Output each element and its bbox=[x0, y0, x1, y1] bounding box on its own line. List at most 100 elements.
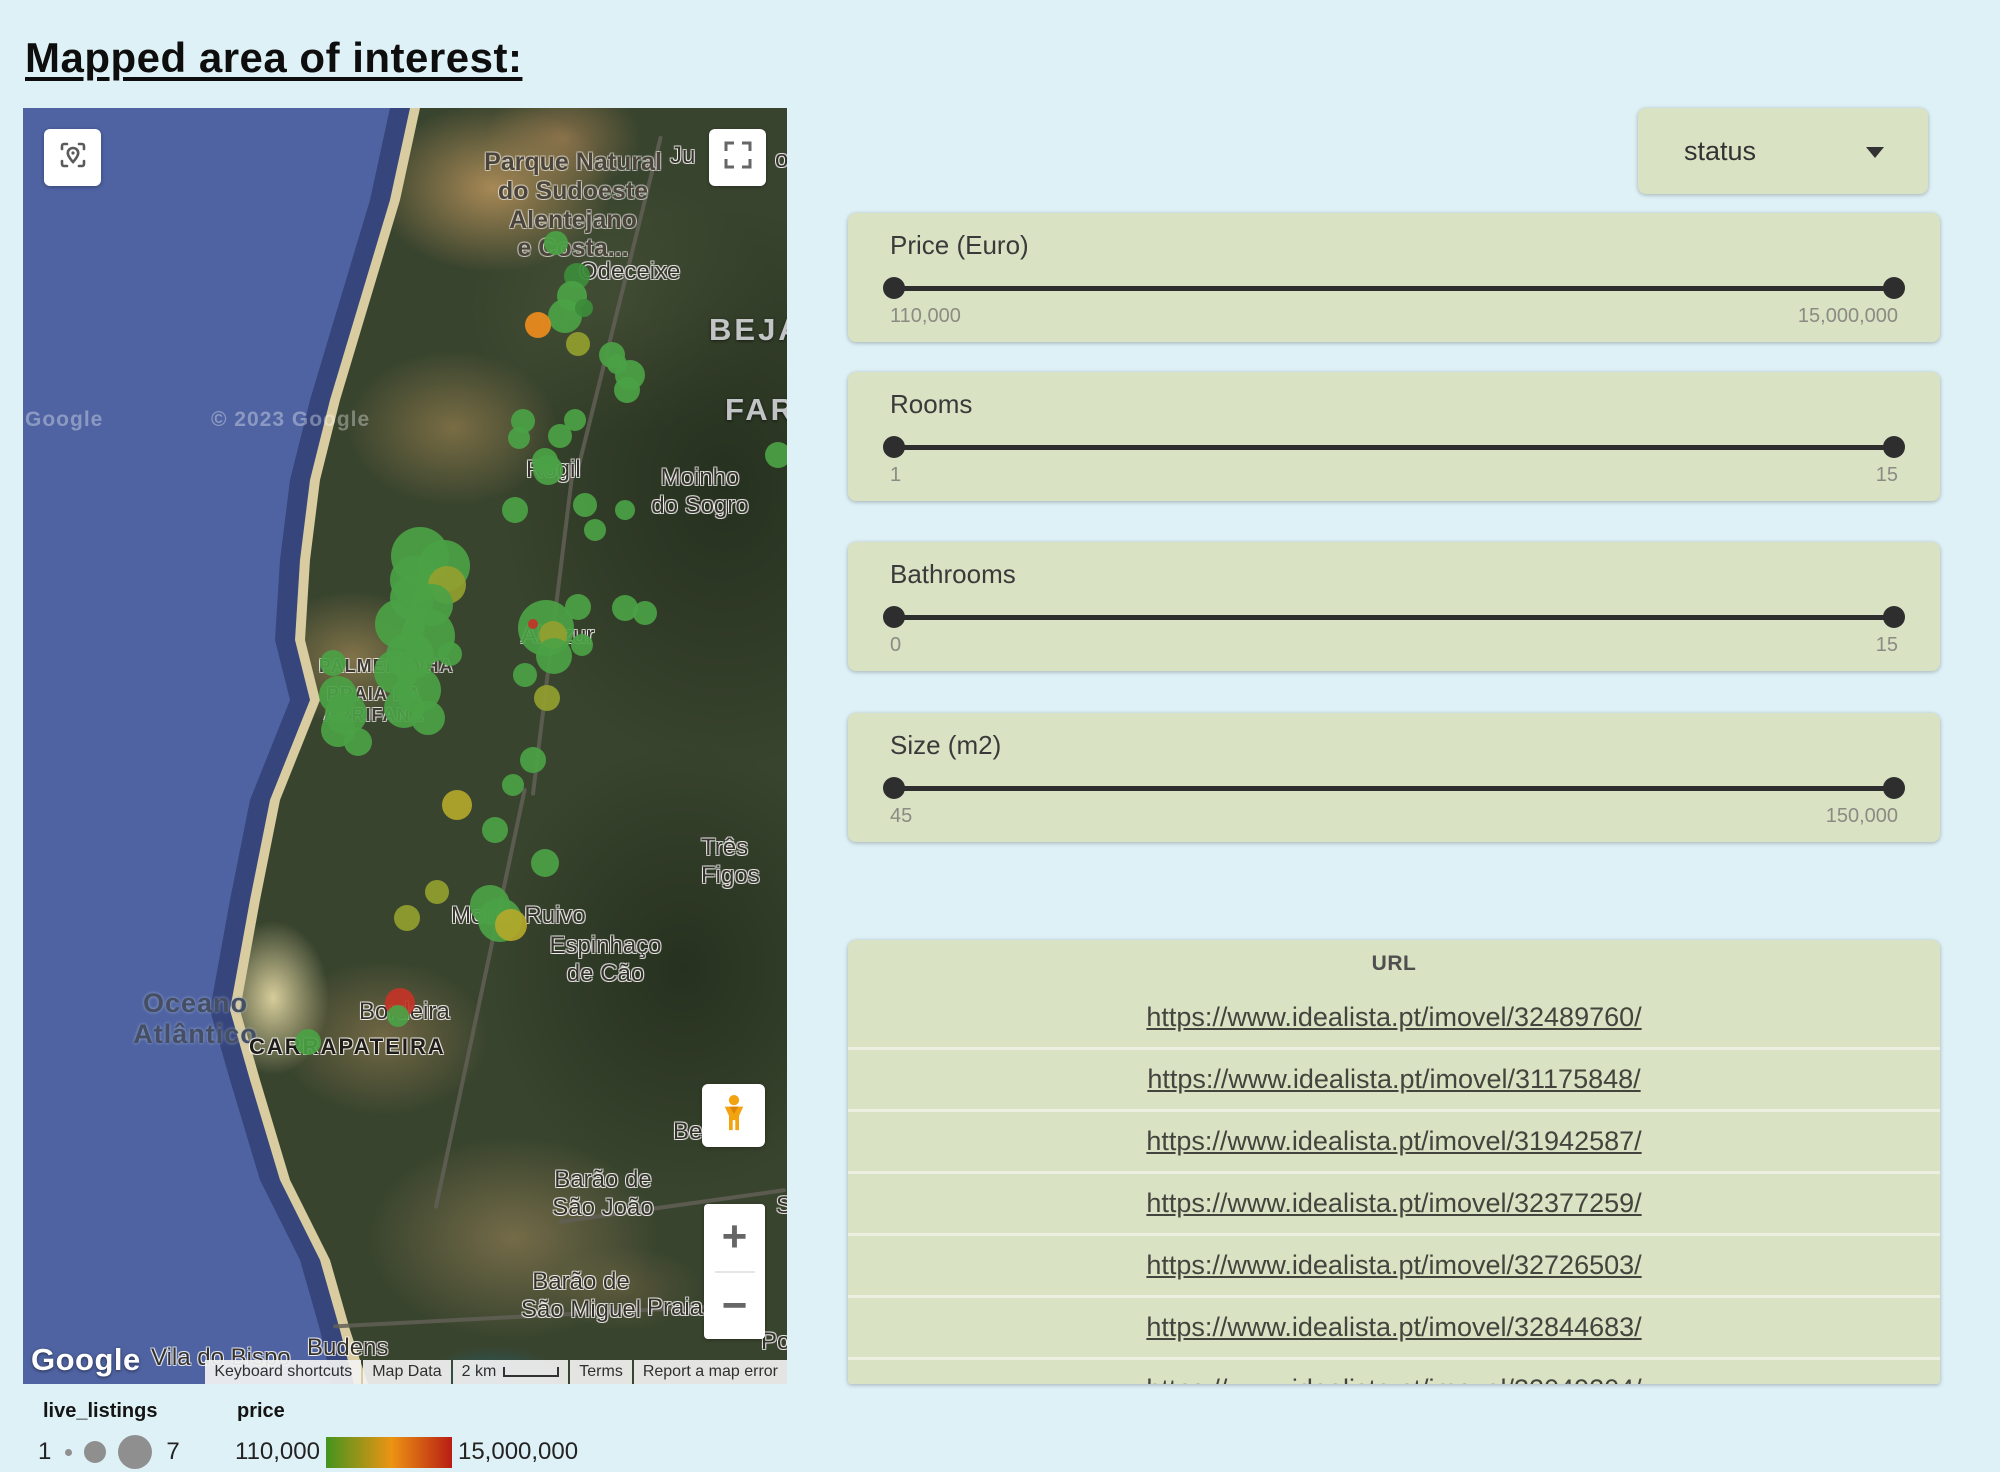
listing-marker[interactable] bbox=[411, 701, 445, 735]
listing-marker[interactable] bbox=[513, 663, 537, 687]
status-dropdown-label: status bbox=[1684, 136, 1756, 167]
listing-url-link[interactable]: https://www.idealista.pt/imovel/32377259… bbox=[1146, 1188, 1641, 1219]
listing-marker[interactable] bbox=[495, 909, 527, 941]
listing-marker[interactable] bbox=[575, 299, 593, 317]
slider-handle-min[interactable] bbox=[883, 436, 905, 458]
map-label: Parque Natural do Sudoeste Alentejano e … bbox=[463, 148, 683, 263]
listing-marker[interactable] bbox=[295, 1029, 321, 1055]
listing-marker[interactable] bbox=[615, 500, 635, 520]
listing-marker[interactable] bbox=[442, 790, 472, 820]
listing-marker[interactable] bbox=[394, 905, 420, 931]
map-label: BEJA bbox=[709, 312, 787, 348]
table-row: https://www.idealista.pt/imovel/32377259… bbox=[848, 1171, 1940, 1233]
slider-track[interactable] bbox=[894, 436, 1894, 458]
listing-marker[interactable] bbox=[525, 312, 551, 338]
listing-marker[interactable] bbox=[387, 1005, 409, 1027]
pegman-streetview-button[interactable] bbox=[702, 1084, 765, 1147]
listing-marker[interactable] bbox=[566, 332, 590, 356]
listing-marker[interactable] bbox=[482, 817, 508, 843]
listing-marker[interactable] bbox=[520, 747, 546, 773]
listing-marker[interactable] bbox=[544, 231, 568, 255]
pegman-icon bbox=[716, 1093, 752, 1138]
satellite-map[interactable]: Google © 2023 Google Parque Natural do S… bbox=[23, 108, 787, 1384]
listing-marker[interactable] bbox=[765, 442, 787, 468]
listing-marker[interactable] bbox=[548, 424, 572, 448]
table-row: https://www.idealista.pt/imovel/32049204… bbox=[848, 1357, 1940, 1384]
listing-marker[interactable] bbox=[502, 774, 524, 796]
url-table-header: URL bbox=[848, 940, 1940, 988]
listing-url-link[interactable]: https://www.idealista.pt/imovel/31175848… bbox=[1147, 1064, 1640, 1095]
slider-handle-min[interactable] bbox=[883, 277, 905, 299]
listing-marker[interactable] bbox=[344, 728, 372, 756]
listing-marker[interactable] bbox=[536, 638, 572, 674]
listing-marker[interactable] bbox=[502, 497, 528, 523]
listing-url-link[interactable]: https://www.idealista.pt/imovel/32844683… bbox=[1146, 1312, 1641, 1343]
slider-label: Size (m2) bbox=[890, 730, 1001, 761]
listing-marker[interactable] bbox=[614, 377, 640, 403]
listing-marker[interactable] bbox=[584, 519, 606, 541]
slider-handle-max[interactable] bbox=[1883, 436, 1905, 458]
legend-size-dots bbox=[65, 1435, 152, 1469]
map-label: S bbox=[776, 1192, 787, 1220]
slider-handle-max[interactable] bbox=[1883, 777, 1905, 799]
location-scan-icon bbox=[56, 138, 90, 177]
slider-min-value: 0 bbox=[890, 634, 901, 657]
fullscreen-button[interactable] bbox=[709, 129, 766, 186]
slider-handle-max[interactable] bbox=[1883, 606, 1905, 628]
map-label: CARRAPATEIRA bbox=[249, 1034, 446, 1059]
google-logo[interactable]: Google bbox=[31, 1342, 141, 1378]
legend-size-dot bbox=[84, 1441, 106, 1463]
zoom-in-button[interactable]: + bbox=[704, 1204, 765, 1271]
listing-marker[interactable] bbox=[633, 601, 657, 625]
legend-color-gradient bbox=[326, 1437, 452, 1468]
filter-slider-panel: Price (Euro) 110,000 15,000,000 bbox=[848, 213, 1940, 342]
listing-url-link[interactable]: https://www.idealista.pt/imovel/32726503… bbox=[1146, 1250, 1641, 1281]
table-row: https://www.idealista.pt/imovel/31175848… bbox=[848, 1047, 1940, 1109]
listing-marker[interactable] bbox=[533, 455, 563, 485]
listing-url-link[interactable]: https://www.idealista.pt/imovel/32049204… bbox=[1146, 1374, 1641, 1384]
legend-size-min: 1 bbox=[38, 1438, 51, 1466]
zoom-out-button[interactable]: − bbox=[704, 1273, 765, 1340]
map-label: Ju bbox=[670, 142, 695, 170]
status-dropdown[interactable]: status bbox=[1638, 108, 1928, 194]
slider-handle-min[interactable] bbox=[883, 777, 905, 799]
slider-track[interactable] bbox=[894, 777, 1894, 799]
map-attribution-item[interactable]: Map Data bbox=[363, 1360, 450, 1384]
map-label: Três Figos bbox=[701, 834, 787, 889]
listing-marker[interactable] bbox=[531, 849, 559, 877]
map-attribution-item[interactable]: Keyboard shortcuts bbox=[205, 1360, 361, 1384]
scale-ruler bbox=[503, 1367, 559, 1377]
listing-marker[interactable] bbox=[565, 594, 591, 620]
legend-color-max: 15,000,000 bbox=[458, 1438, 578, 1466]
slider-max-value: 15,000,000 bbox=[1798, 305, 1898, 328]
listing-marker[interactable] bbox=[573, 493, 597, 517]
listing-marker[interactable] bbox=[425, 880, 449, 904]
map-label: Espinhaço de Cão bbox=[533, 932, 678, 987]
map-label: Praia bbox=[647, 1294, 703, 1322]
table-row: https://www.idealista.pt/imovel/32844683… bbox=[848, 1295, 1940, 1357]
slider-track[interactable] bbox=[894, 277, 1894, 299]
listing-marker[interactable] bbox=[534, 685, 560, 711]
slider-track[interactable] bbox=[894, 606, 1894, 628]
listing-marker[interactable] bbox=[438, 642, 462, 666]
listing-marker[interactable] bbox=[571, 634, 593, 656]
map-attribution-item[interactable]: Report a map error bbox=[634, 1360, 787, 1384]
slider-label: Bathrooms bbox=[890, 559, 1016, 590]
listing-marker[interactable] bbox=[528, 619, 538, 629]
legend-color-row: 110,000 15,000,000 bbox=[235, 1432, 578, 1472]
map-label: Budens bbox=[307, 1334, 388, 1362]
listing-url-link[interactable]: https://www.idealista.pt/imovel/31942587… bbox=[1146, 1126, 1641, 1157]
table-row: https://www.idealista.pt/imovel/32489760… bbox=[848, 988, 1940, 1047]
google-watermark: Google bbox=[25, 408, 103, 432]
slider-handle-min[interactable] bbox=[883, 606, 905, 628]
listing-url-link[interactable]: https://www.idealista.pt/imovel/32489760… bbox=[1146, 1002, 1641, 1033]
map-attribution-item[interactable]: Terms bbox=[570, 1360, 632, 1384]
map-label: Barão de São Miguel bbox=[506, 1268, 656, 1323]
listing-marker[interactable] bbox=[320, 650, 346, 676]
legend-color-min: 110,000 bbox=[235, 1438, 320, 1466]
slider-handle-max[interactable] bbox=[1883, 277, 1905, 299]
map-attribution-item: 2 km bbox=[453, 1360, 569, 1384]
listing-marker[interactable] bbox=[508, 427, 530, 449]
show-location-button[interactable] bbox=[44, 129, 101, 186]
slider-min-value: 45 bbox=[890, 805, 912, 828]
